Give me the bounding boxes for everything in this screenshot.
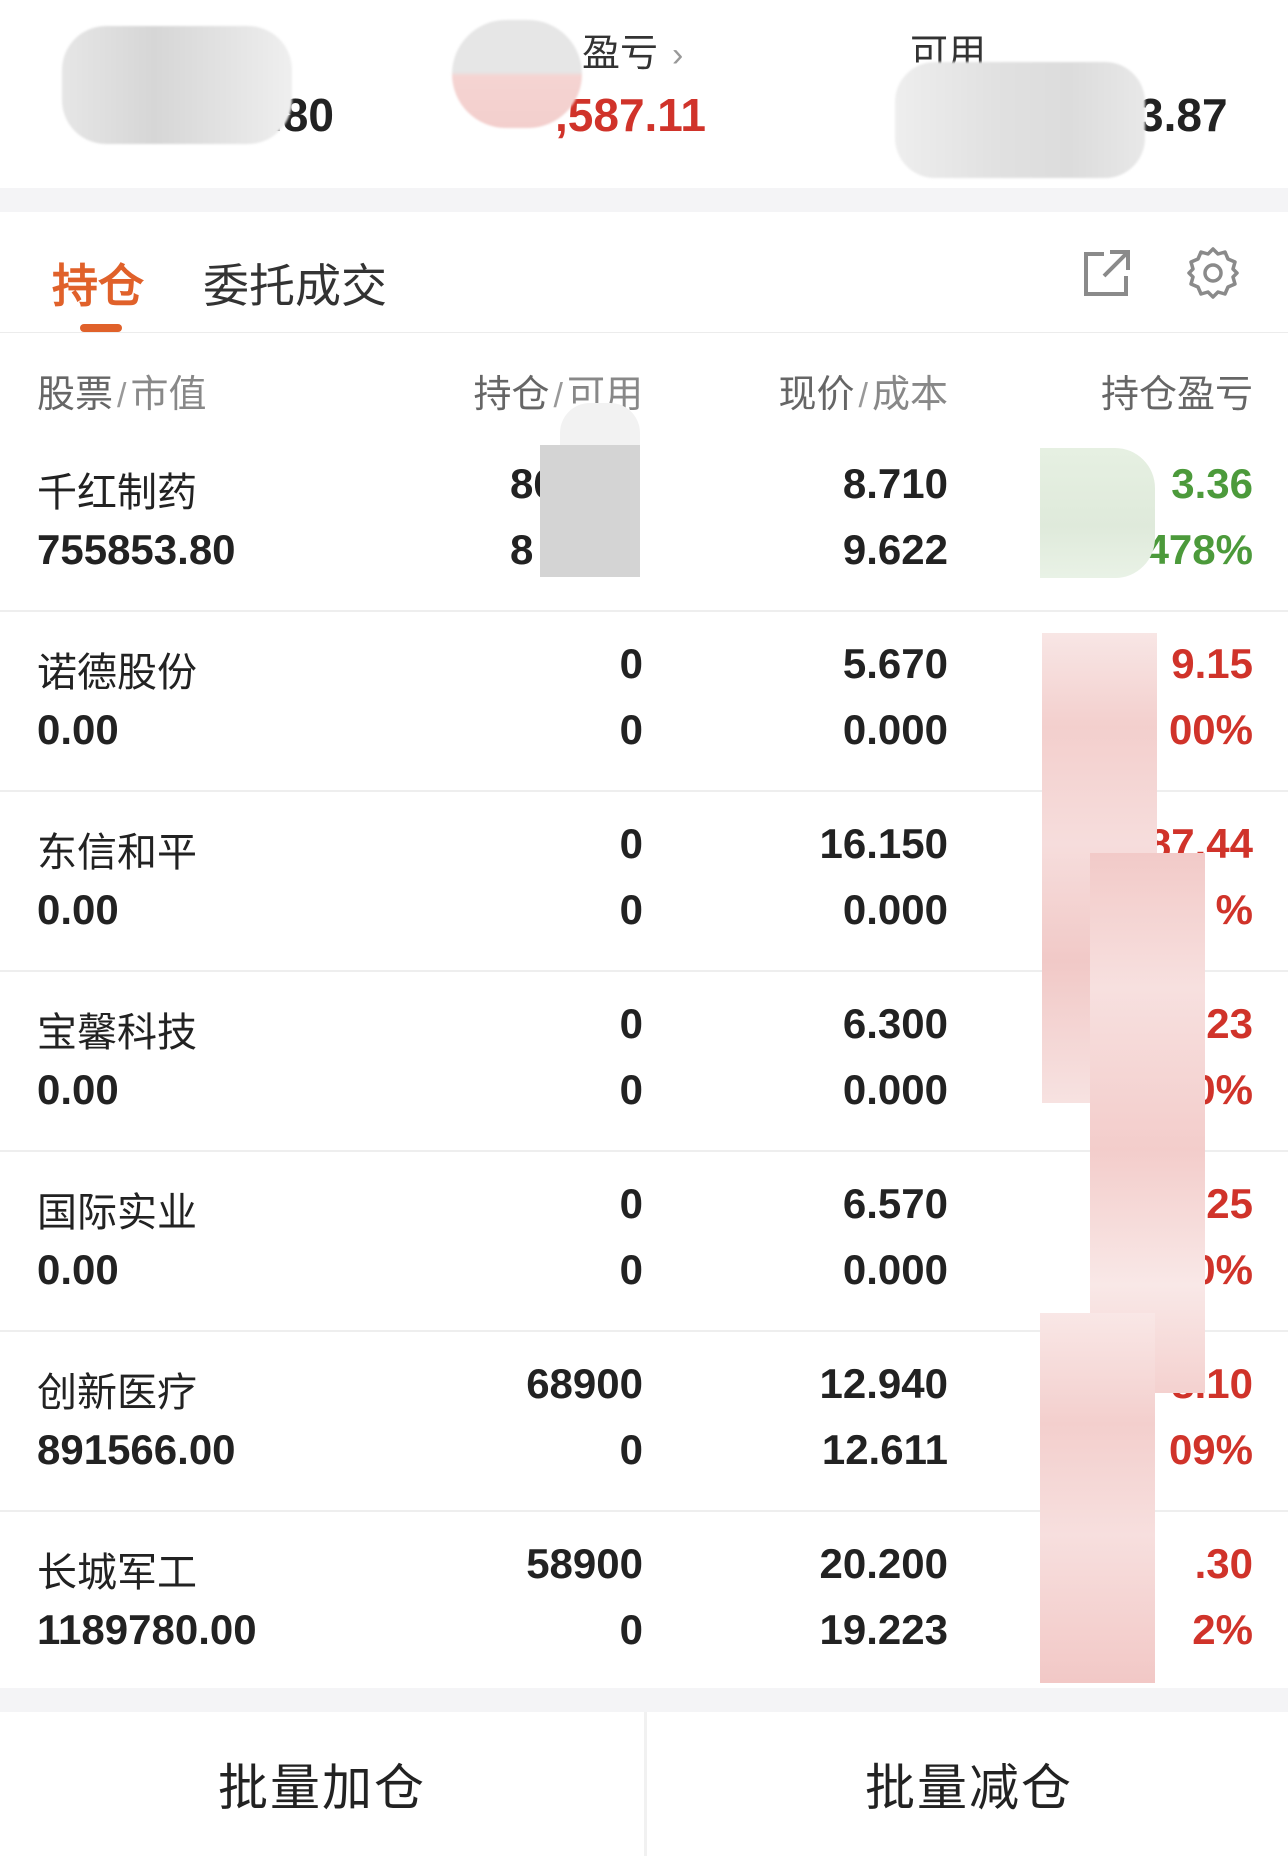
hold-qty: 0 — [619, 820, 643, 867]
privacy-mosaic — [540, 445, 640, 577]
bottom-action-bar: 批量加仓 批量减仓 — [0, 1712, 1288, 1856]
market-value: 0.00 — [37, 1246, 119, 1293]
position-pnl: .30 — [1194, 1540, 1253, 1587]
hold-qty: 68900 — [526, 1360, 643, 1407]
header-price-cost: 现价 / 成本 — [778, 374, 948, 416]
cost-price: 0.000 — [842, 1246, 948, 1293]
hold-qty: 58900 — [526, 1540, 643, 1587]
privacy-mosaic — [1040, 1313, 1155, 1683]
privacy-mosaic — [1040, 448, 1155, 578]
current-price: 16.150 — [819, 820, 948, 867]
market-value: 0.00 — [37, 1066, 119, 1113]
export-icon[interactable] — [1080, 246, 1134, 300]
hold-qty: 0 — [619, 1180, 643, 1227]
cost-price: 0.000 — [842, 886, 948, 933]
cost-price: 9.622 — [842, 526, 948, 573]
privacy-mosaic — [1090, 853, 1205, 1393]
avail-qty: 8 — [510, 526, 534, 573]
position-pnl: 3.36 — [1171, 460, 1253, 507]
stock-name: 长城军工 — [37, 1551, 197, 1595]
account-summary: .80 盈亏 › ,587.11 可用 3.87 — [0, 0, 1288, 188]
header-stock-market-value: 股票 / 市值 — [37, 374, 207, 416]
pnl-value: ,587.11 — [555, 89, 706, 141]
chevron-right-icon: › — [672, 36, 684, 74]
batch-add-button[interactable]: 批量加仓 — [0, 1712, 647, 1856]
privacy-mosaic — [452, 20, 582, 128]
stock-name: 国际实业 — [37, 1191, 197, 1235]
market-value: 1189780.00 — [37, 1606, 257, 1653]
summary-available: 可用 3.87 — [860, 0, 1288, 188]
summary-pnl[interactable]: 盈亏 › ,587.11 — [440, 0, 780, 188]
cost-price: 0.000 — [842, 706, 948, 753]
market-value: 891566.00 — [37, 1426, 236, 1473]
positions-table: 股票 / 市值 持仓 / 可用 现价 / 成本 持仓盈亏 千红制药 755853.80 86… — [0, 333, 1288, 1688]
current-price: 5.670 — [842, 640, 948, 687]
avail-qty: 0 — [619, 1426, 643, 1473]
privacy-mosaic — [560, 403, 640, 445]
privacy-mosaic — [895, 62, 1145, 178]
privacy-mosaic — [62, 26, 292, 144]
position-pnl: 23 — [1206, 1000, 1253, 1047]
hold-qty: 0 — [619, 640, 643, 687]
hold-qty: 0 — [619, 1000, 643, 1047]
avail-qty: 0 — [619, 706, 643, 753]
avail-qty: 0 — [619, 1246, 643, 1293]
available-value: 3.87 — [1138, 89, 1228, 141]
position-pnl-pct: 09% — [1168, 1426, 1253, 1473]
pnl-label: 盈亏 › — [582, 33, 684, 75]
cost-price: 19.223 — [819, 1606, 948, 1653]
summary-total-assets: .80 — [0, 0, 420, 188]
current-price: 8.710 — [842, 460, 948, 507]
tab-orders[interactable]: 委托成交 — [203, 250, 387, 316]
stock-name: 东信和平 — [37, 831, 197, 875]
avail-qty: 0 — [619, 1066, 643, 1113]
active-tab-indicator — [80, 324, 122, 332]
gear-icon[interactable] — [1186, 246, 1240, 300]
position-pnl-pct: % — [1215, 886, 1253, 933]
avail-qty: 0 — [619, 886, 643, 933]
stock-name: 宝馨科技 — [37, 1011, 197, 1055]
market-value: 0.00 — [37, 886, 119, 933]
position-pnl: 9.15 — [1171, 640, 1253, 687]
position-pnl-pct: 2% — [1192, 1606, 1253, 1653]
current-price: 20.200 — [819, 1540, 948, 1587]
current-price: 6.570 — [842, 1180, 948, 1227]
stock-name: 诺德股份 — [37, 651, 197, 695]
market-value: 755853.80 — [37, 526, 236, 573]
current-price: 12.940 — [819, 1360, 948, 1407]
cost-price: 0.000 — [842, 1066, 948, 1113]
position-pnl-pct: 00% — [1168, 706, 1253, 753]
stock-name: 创新医疗 — [37, 1371, 197, 1415]
cost-price: 12.611 — [821, 1426, 948, 1473]
market-value: 0.00 — [37, 706, 119, 753]
avail-qty: 0 — [619, 1606, 643, 1653]
stock-name: 千红制药 — [37, 471, 197, 515]
batch-reduce-button[interactable]: 批量减仓 — [647, 1712, 1288, 1856]
tab-positions[interactable]: 持仓 — [52, 250, 144, 316]
header-position-pnl: 持仓盈亏 — [1100, 374, 1253, 416]
current-price: 6.300 — [842, 1000, 948, 1047]
